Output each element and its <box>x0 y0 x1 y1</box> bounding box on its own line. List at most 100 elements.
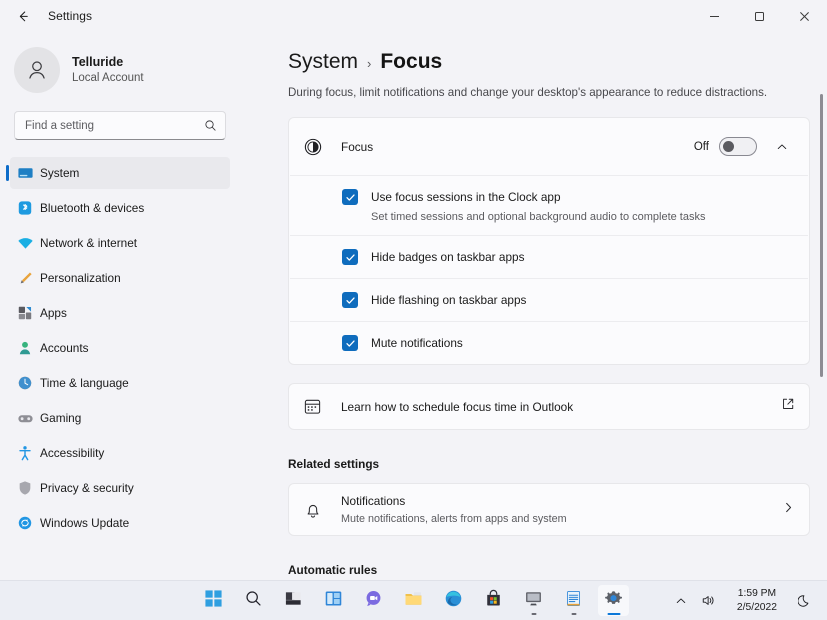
search-input[interactable] <box>25 119 204 132</box>
notifications-subtitle: Mute notifications, alerts from apps and… <box>341 513 567 526</box>
settings-window: Settings Telluride Local Account Find a … <box>0 0 827 620</box>
focus-label: Focus <box>341 139 374 154</box>
related-settings-heading: Related settings <box>288 457 380 472</box>
tray-clock-button[interactable]: 1:59 PM 2/5/2022 <box>724 586 790 616</box>
sidebar-item-label: Bluetooth & devices <box>40 201 145 215</box>
sidebar-item-bluetooth-devices[interactable]: Bluetooth & devices <box>10 192 230 224</box>
chat-icon <box>364 589 383 613</box>
notepad-icon <box>564 589 583 613</box>
chevron-up-icon <box>777 143 787 149</box>
check-icon <box>345 340 355 347</box>
clock-date: 2/5/2022 <box>736 601 777 613</box>
sidebar-item-network-internet[interactable]: Network & internet <box>10 227 230 259</box>
sidebar-item-time-language[interactable]: Time & language <box>10 367 230 399</box>
checkbox-row-hide-badges[interactable]: Hide badges on taskbar apps <box>289 236 809 278</box>
account-header[interactable]: Telluride Local Account <box>0 32 240 94</box>
taskbar-file-explorer-button[interactable] <box>398 585 429 616</box>
sidebar-item-windows-update[interactable]: Windows Update <box>10 507 230 539</box>
focus-toggle[interactable] <box>719 137 757 156</box>
account-text: Telluride Local Account <box>72 55 144 86</box>
checkbox-texts: Hide badges on taskbar apps <box>371 248 524 266</box>
focus-header-row: Focus Off <box>289 118 809 175</box>
checkbox-checked[interactable] <box>342 292 358 309</box>
sidebar-item-label: Privacy & security <box>40 481 134 495</box>
page-title: Focus <box>380 50 443 73</box>
taskbar-settings-button[interactable] <box>598 585 629 616</box>
edge-icon <box>444 589 463 613</box>
paintbrush-icon <box>16 269 34 287</box>
sidebar-nav: System Bluetooth & devices Network & int… <box>0 157 240 539</box>
focus-moon-icon <box>302 136 324 158</box>
widgets-icon <box>324 589 343 613</box>
tray-volume-button[interactable] <box>695 586 722 616</box>
sidebar-item-label: Network & internet <box>40 236 138 250</box>
account-name: Telluride <box>72 54 124 69</box>
check-icon <box>345 297 355 304</box>
checkbox-row-focus-sessions[interactable]: Use focus sessions in the Clock app Set … <box>289 176 809 235</box>
checkbox-label: Mute notifications <box>371 336 463 351</box>
taskbar-remote-desktop-button[interactable] <box>518 585 549 616</box>
taskbar-start-button[interactable] <box>198 585 229 616</box>
sidebar-item-label: Personalization <box>40 271 121 285</box>
breadcrumb-separator-icon: › <box>367 56 372 71</box>
window-controls <box>692 0 827 32</box>
remote-desktop-icon <box>524 589 543 613</box>
sidebar-item-apps[interactable]: Apps <box>10 297 230 329</box>
shield-icon <box>16 479 34 497</box>
automatic-rules-heading: Automatic rules <box>288 563 378 578</box>
main-content: System › Focus During focus, limit notif… <box>240 32 827 580</box>
external-link-icon <box>781 397 795 416</box>
taskbar-widgets-button[interactable] <box>318 585 349 616</box>
account-type: Local Account <box>72 72 144 85</box>
minimize-icon <box>710 15 719 17</box>
tray-notifications-button[interactable] <box>792 586 819 616</box>
check-icon <box>345 193 355 201</box>
sidebar: Telluride Local Account System <box>0 32 240 580</box>
main-scrollbar[interactable] <box>820 94 823 377</box>
sidebar-item-system[interactable]: System <box>6 157 230 189</box>
taskbar-chat-button[interactable] <box>358 585 389 616</box>
checkbox-checked[interactable] <box>342 249 358 266</box>
account-icon <box>16 339 34 357</box>
taskbar-edge-button[interactable] <box>438 585 469 616</box>
close-icon <box>800 11 809 21</box>
sidebar-item-accessibility[interactable]: Accessibility <box>10 437 230 469</box>
close-button[interactable] <box>782 0 827 32</box>
system-tray: 1:59 PM 2/5/2022 <box>669 586 819 616</box>
settings-icon <box>604 589 623 613</box>
taskbar-task-view-button[interactable] <box>278 585 309 616</box>
minimize-button[interactable] <box>692 0 737 32</box>
sidebar-item-privacy-security[interactable]: Privacy & security <box>10 472 230 504</box>
checkbox-sublabel: Set timed sessions and optional backgrou… <box>371 211 706 224</box>
sidebar-item-label: Apps <box>40 306 67 320</box>
notifications-card[interactable]: Notifications Mute notifications, alerts… <box>288 483 810 537</box>
outlook-link-card[interactable]: Learn how to schedule focus time in Outl… <box>288 383 810 431</box>
start-icon <box>204 589 223 613</box>
arrow-left-icon <box>19 10 28 21</box>
back-button[interactable] <box>6 1 40 31</box>
breadcrumb-parent[interactable]: System <box>288 50 358 74</box>
maximize-button[interactable] <box>737 0 782 32</box>
taskbar-notepad-button[interactable] <box>558 585 589 616</box>
checkbox-row-mute-notifications[interactable]: Mute notifications <box>289 322 809 364</box>
sidebar-item-label: System <box>40 166 80 180</box>
search-box[interactable] <box>14 111 226 140</box>
focus-card: Focus Off Use focus sessions in the Cloc… <box>288 117 810 366</box>
taskbar-microsoft-store-button[interactable] <box>478 585 509 616</box>
outlook-link-label: Learn how to schedule focus time in Outl… <box>341 399 574 414</box>
bluetooth-icon <box>16 199 34 217</box>
tray-overflow-button[interactable] <box>669 586 693 616</box>
checkbox-row-hide-flashing[interactable]: Hide flashing on taskbar apps <box>289 279 809 321</box>
checkbox-checked[interactable] <box>342 189 358 205</box>
check-icon <box>345 253 355 261</box>
clock-time: 1:59 PM <box>737 588 777 600</box>
taskbar-search-button[interactable] <box>238 585 269 616</box>
sidebar-item-accounts[interactable]: Accounts <box>10 332 230 364</box>
checkbox-checked[interactable] <box>342 335 358 352</box>
focus-expand-button[interactable] <box>769 134 795 160</box>
clock: 1:59 PM 2/5/2022 <box>730 587 784 613</box>
checkbox-texts: Hide flashing on taskbar apps <box>371 291 526 309</box>
sidebar-item-personalization[interactable]: Personalization <box>10 262 230 294</box>
sidebar-item-gaming[interactable]: Gaming <box>10 402 230 434</box>
checkbox-texts: Use focus sessions in the Clock app Set … <box>371 188 705 223</box>
